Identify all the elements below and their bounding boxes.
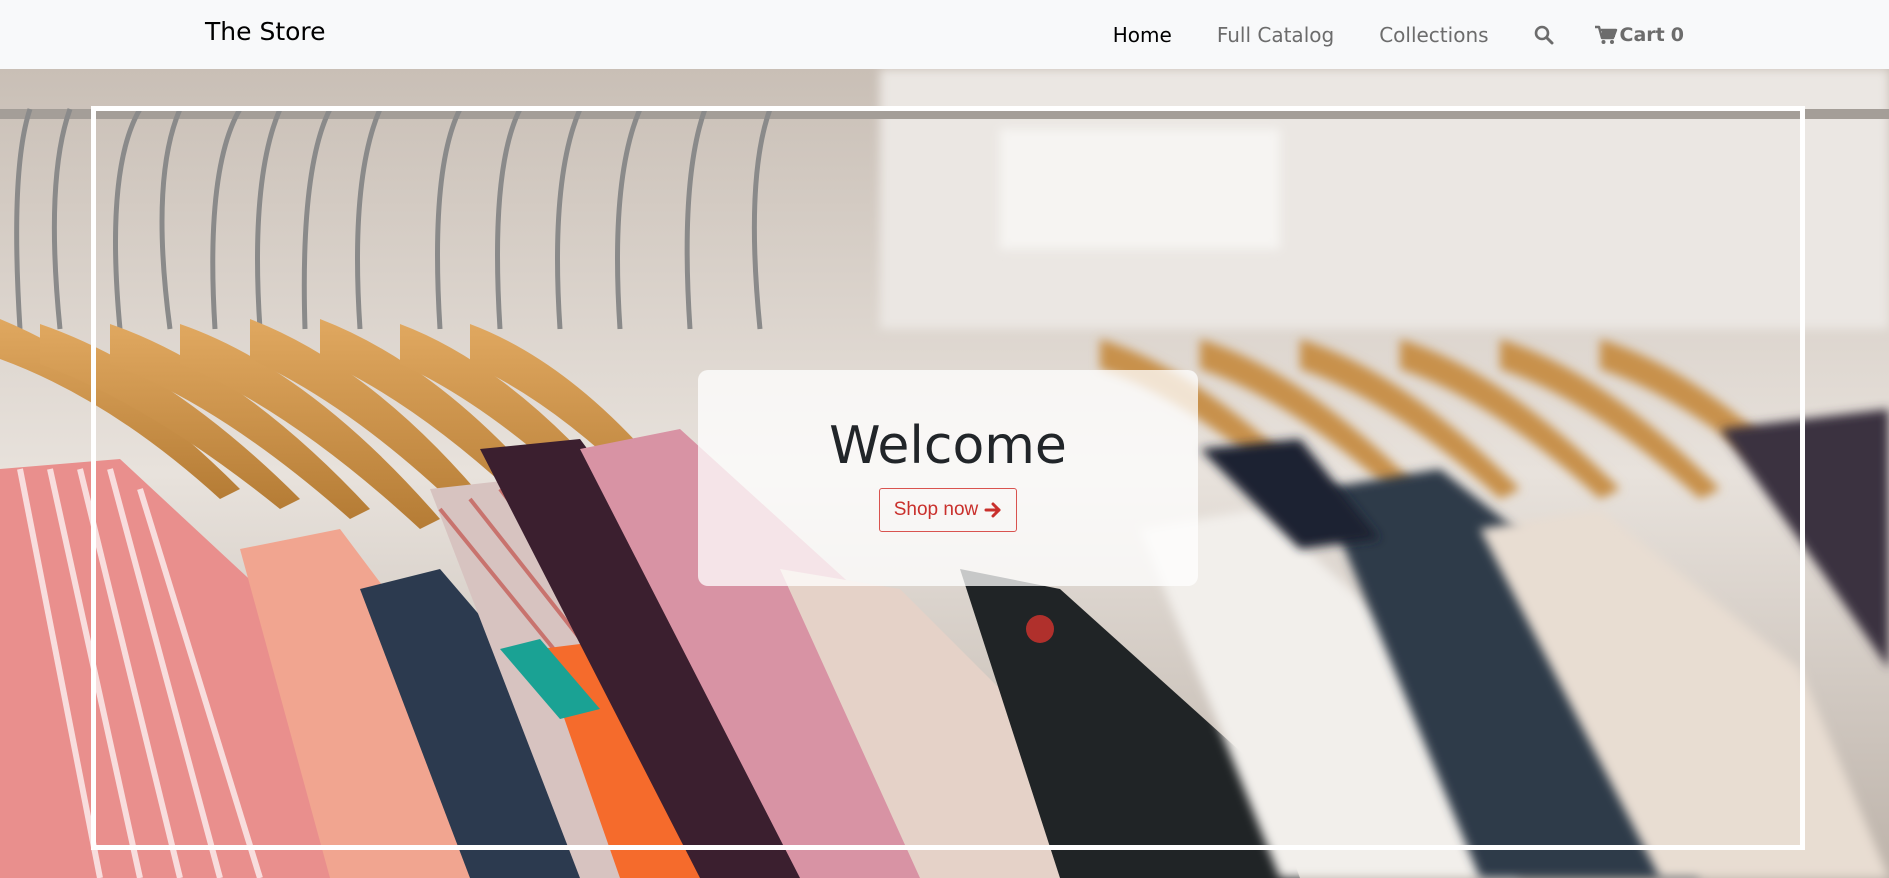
nav-link-home[interactable]: Home [1113, 23, 1172, 47]
brand-link[interactable]: The Store [205, 17, 326, 46]
cart-link[interactable]: Cart 0 [1594, 24, 1684, 46]
cart-count: 0 [1670, 23, 1684, 46]
cart-label: Cart [1619, 23, 1665, 46]
top-navbar: The Store Home Full Catalog Collections … [0, 0, 1889, 69]
search-icon[interactable] [1534, 25, 1554, 45]
arrow-right-icon [984, 502, 1001, 518]
nav-link-collections[interactable]: Collections [1379, 23, 1488, 47]
welcome-title: Welcome [829, 416, 1067, 476]
shop-now-label: Shop now [893, 499, 979, 520]
nav-links: Home Full Catalog Collections Cart 0 [1068, 0, 1684, 69]
cart-icon [1594, 25, 1617, 44]
welcome-card: Welcome Shop now [698, 370, 1198, 586]
hero-banner: Welcome Shop now [0, 69, 1889, 878]
nav-link-full-catalog[interactable]: Full Catalog [1217, 23, 1334, 47]
shop-now-button[interactable]: Shop now [878, 488, 1018, 532]
